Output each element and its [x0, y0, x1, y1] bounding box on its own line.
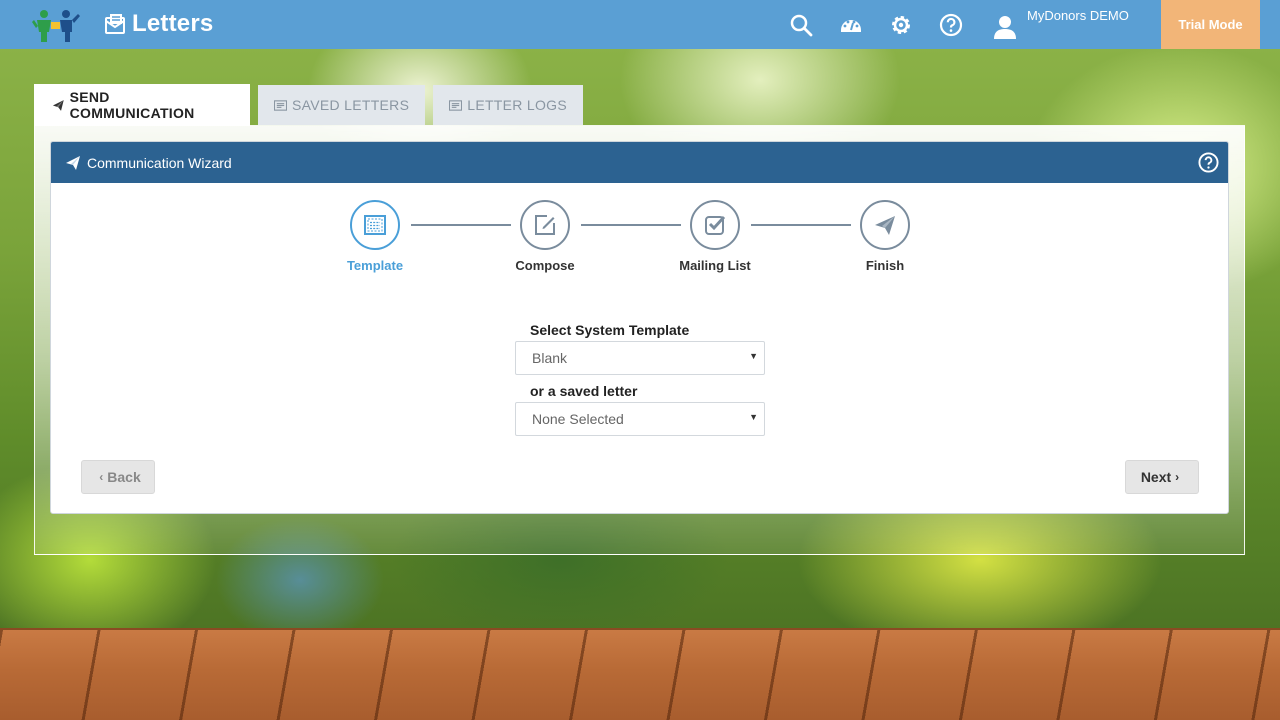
edit-icon	[535, 215, 555, 235]
step-template[interactable]: Template	[325, 200, 425, 273]
tab-saved-letters[interactable]: SAVED LETTERS	[258, 85, 426, 125]
user-name: MyDonors DEMO	[1027, 8, 1129, 23]
wizard-header: Communication Wizard	[51, 142, 1228, 183]
step-mailing-list[interactable]: Mailing List	[665, 200, 765, 273]
letter-icon	[274, 99, 287, 111]
system-template-value: Blank	[532, 350, 568, 366]
chevron-left-icon: ‹	[99, 470, 104, 484]
wizard-stepper: Template Compose Mailing List Finish	[51, 200, 1228, 280]
step-finish[interactable]: Finish	[835, 200, 935, 273]
tab-label: LETTER LOGS	[467, 97, 568, 113]
saved-letter-label: or a saved letter	[530, 383, 638, 399]
tab-letter-logs[interactable]: LETTER LOGS	[433, 85, 584, 125]
chevron-right-icon: ›	[1175, 470, 1180, 484]
step-label: Template	[346, 258, 404, 273]
communication-tabs: SEND COMMUNICATION SAVED LETTERS LETTER …	[34, 84, 591, 126]
step-circle	[350, 200, 400, 250]
communication-wizard: Communication Wizard Template Compose Ma…	[50, 141, 1229, 514]
dashboard-icon[interactable]	[839, 13, 863, 37]
step-label: Mailing List	[679, 258, 751, 273]
paper-plane-icon	[875, 216, 895, 235]
template-icon	[364, 215, 386, 235]
next-label: Next	[1140, 469, 1172, 485]
tab-send-communication[interactable]: SEND COMMUNICATION	[34, 84, 250, 126]
paper-plane-icon	[52, 99, 64, 111]
wizard-title: Communication Wizard	[87, 154, 232, 171]
step-circle	[860, 200, 910, 250]
step-circle	[690, 200, 740, 250]
brand-logo-icon[interactable]	[32, 8, 80, 44]
step-label: Finish	[865, 258, 905, 273]
app-title: Letters	[104, 9, 213, 39]
help-icon[interactable]	[939, 13, 963, 37]
top-navbar: Letters MyDonors DEMO Trial Mode	[0, 0, 1280, 49]
user-icon	[994, 16, 1016, 39]
system-template-select[interactable]: Blank ▼	[515, 341, 765, 375]
step-label: Compose	[515, 258, 575, 273]
back-label: Back	[107, 469, 141, 485]
trial-mode-button[interactable]: Trial Mode	[1161, 0, 1260, 49]
background-wood-floor	[0, 628, 1280, 720]
search-icon[interactable]	[789, 13, 813, 37]
tab-label: SAVED LETTERS	[292, 97, 410, 113]
saved-letter-value: None Selected	[532, 411, 624, 427]
next-button[interactable]: Next ›	[1125, 460, 1199, 494]
app-title-text: Letters	[132, 10, 214, 37]
letters-icon	[105, 14, 125, 34]
chevron-down-icon: ▼	[749, 351, 758, 361]
gear-icon[interactable]	[889, 13, 913, 37]
checkbox-icon	[705, 215, 726, 235]
paper-plane-icon	[66, 155, 80, 170]
help-icon[interactable]	[1198, 152, 1219, 173]
saved-letter-select[interactable]: None Selected ▼	[515, 402, 765, 436]
system-template-label: Select System Template	[530, 322, 690, 338]
tab-label: SEND COMMUNICATION	[69, 89, 195, 121]
chevron-down-icon: ▼	[749, 412, 758, 422]
step-circle	[520, 200, 570, 250]
letter-icon	[449, 99, 463, 111]
step-compose[interactable]: Compose	[495, 200, 595, 273]
user-menu[interactable]: MyDonors DEMO	[992, 6, 1129, 40]
back-button[interactable]: ‹ Back	[81, 460, 155, 494]
